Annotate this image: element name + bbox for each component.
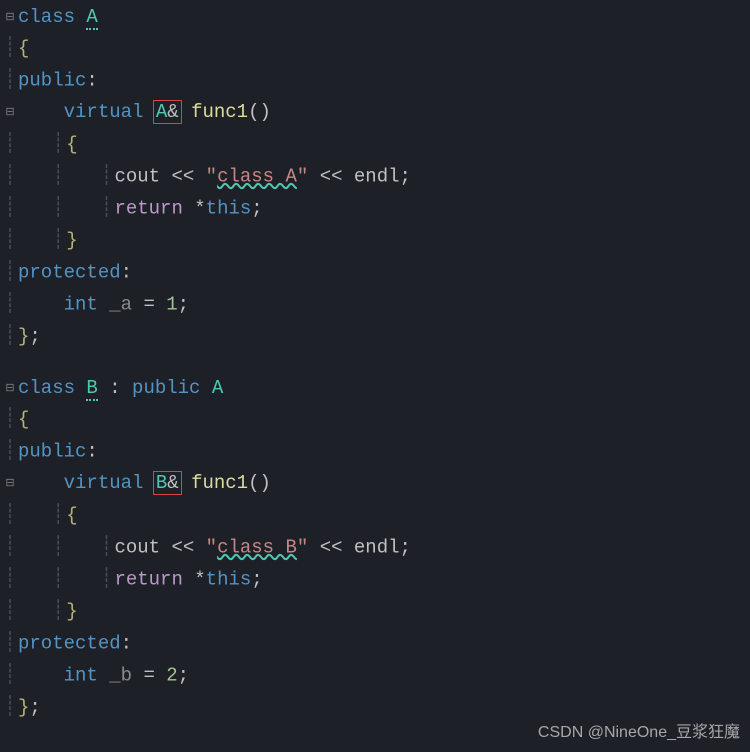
fold-minus-icon[interactable]: ⊟	[4, 379, 16, 397]
indent-guide: ┊	[4, 193, 16, 224]
fold-minus-icon[interactable]: ⊟	[4, 103, 16, 121]
code-line: ┊};	[4, 321, 750, 353]
indent-guide: ┊	[4, 404, 16, 435]
indent-guide: ┊	[52, 225, 64, 256]
code-line: ┊ ┊{	[4, 129, 750, 161]
member-variable: _b	[109, 665, 132, 687]
fold-minus-icon[interactable]: ⊟	[4, 474, 16, 492]
code-line: ┊{	[4, 404, 750, 436]
function-name: func1	[191, 101, 248, 123]
code-line: ┊public:	[4, 436, 750, 468]
code-line: ┊ ┊}	[4, 225, 750, 257]
keyword-return: return	[114, 198, 182, 220]
indent-guide: ┊	[52, 564, 64, 595]
code-line: ⊟ virtual A& func1()	[4, 97, 750, 128]
keyword-class: class	[18, 6, 75, 28]
indent-guide: ┊	[4, 65, 16, 96]
code-line: ⊟ virtual B& func1()	[4, 468, 750, 499]
indent-guide: ┊	[100, 193, 112, 224]
code-line: ┊ int _a = 1;	[4, 289, 750, 321]
base-class: A	[212, 377, 223, 399]
indent-guide: ┊	[4, 33, 16, 64]
string-literal: "class A"	[206, 165, 309, 187]
highlight-box: B&	[153, 471, 182, 495]
code-line: ┊public:	[4, 65, 750, 97]
code-line: ┊ ┊}	[4, 596, 750, 628]
keyword-int: int	[64, 665, 98, 687]
indent-guide: ┊	[4, 596, 16, 627]
indent-guide: ┊	[4, 500, 16, 531]
function-name: func1	[191, 472, 248, 494]
blank-line	[4, 353, 750, 373]
highlight-box: A&	[153, 100, 182, 124]
member-variable: _a	[109, 294, 132, 316]
keyword-virtual: virtual	[64, 101, 144, 123]
indent-guide: ┊	[4, 289, 16, 320]
keyword-this: this	[206, 568, 252, 590]
indent-guide: ┊	[4, 321, 16, 352]
indent-guide: ┊	[4, 257, 16, 288]
keyword-this: this	[206, 198, 252, 220]
string-literal: "class B"	[206, 536, 309, 558]
number-literal: 1	[166, 294, 177, 316]
code-line: ┊protected:	[4, 628, 750, 660]
indent-guide: ┊	[52, 596, 64, 627]
indent-guide: ┊	[4, 628, 16, 659]
fold-minus-icon[interactable]: ⊟	[4, 8, 16, 26]
indent-guide: ┊	[52, 193, 64, 224]
cout: cout	[114, 536, 160, 558]
indent-guide: ┊	[4, 564, 16, 595]
indent-guide: ┊	[100, 564, 112, 595]
code-line: ┊ int _b = 2;	[4, 660, 750, 692]
indent-guide: ┊	[52, 532, 64, 563]
indent-guide: ┊	[4, 436, 16, 467]
keyword-return: return	[114, 568, 182, 590]
class-name: A	[86, 6, 97, 30]
indent-guide: ┊	[4, 225, 16, 256]
keyword-public: public	[132, 377, 200, 399]
indent-guide: ┊	[4, 129, 16, 160]
keyword-int: int	[64, 294, 98, 316]
code-line: ┊protected:	[4, 257, 750, 289]
code-line: ┊{	[4, 33, 750, 65]
indent-guide: ┊	[4, 161, 16, 192]
number-literal: 2	[166, 665, 177, 687]
code-line: ┊ ┊ ┊return *this;	[4, 193, 750, 225]
code-line: ┊ ┊{	[4, 500, 750, 532]
keyword-class: class	[18, 377, 75, 399]
keyword-public: public	[18, 70, 86, 92]
keyword-protected: protected	[18, 633, 121, 655]
keyword-protected: protected	[18, 262, 121, 284]
code-line: ┊ ┊ ┊cout << "class A" << endl;	[4, 161, 750, 193]
indent-guide: ┊	[52, 161, 64, 192]
brace: {	[18, 38, 29, 60]
code-line: ┊ ┊ ┊return *this;	[4, 564, 750, 596]
keyword-public: public	[18, 441, 86, 463]
class-name: B	[86, 377, 97, 401]
indent-guide: ┊	[4, 692, 16, 723]
indent-guide: ┊	[100, 532, 112, 563]
indent-guide: ┊	[4, 532, 16, 563]
code-line: ⊟class B : public A	[4, 373, 750, 404]
indent-guide: ┊	[4, 660, 16, 691]
watermark: CSDN @NineOne_豆浆狂魔	[538, 720, 740, 746]
indent-guide: ┊	[52, 129, 64, 160]
cout: cout	[114, 165, 160, 187]
code-line: ⊟class A	[4, 2, 750, 33]
code-line: ┊ ┊ ┊cout << "class B" << endl;	[4, 532, 750, 564]
indent-guide: ┊	[52, 500, 64, 531]
keyword-virtual: virtual	[64, 472, 144, 494]
indent-guide: ┊	[100, 161, 112, 192]
